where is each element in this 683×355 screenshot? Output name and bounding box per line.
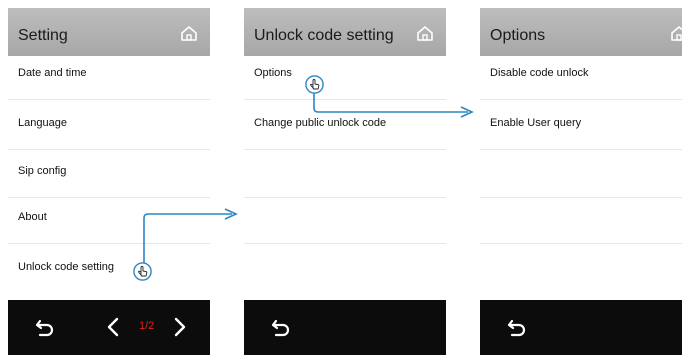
chevron-left-icon[interactable] [106, 316, 120, 338]
home-icon[interactable] [416, 24, 434, 42]
menu-item-label: Date and time [18, 67, 87, 79]
menu-item-disable-code-unlock[interactable]: Disable code unlock [480, 56, 682, 100]
divider [8, 149, 210, 150]
divider [244, 197, 446, 198]
back-arrow-icon[interactable] [270, 316, 292, 338]
empty-row [480, 200, 682, 244]
menu-item-label: Options [254, 67, 292, 79]
home-icon[interactable] [180, 24, 198, 42]
arrowhead-icon [224, 208, 238, 220]
back-arrow-icon[interactable] [506, 316, 528, 338]
divider [244, 99, 446, 100]
empty-row [244, 154, 446, 198]
hand-pointer-icon [305, 75, 324, 94]
menu-item-unlock-code-setting[interactable]: Unlock code setting [8, 250, 210, 294]
footer-bar [480, 300, 682, 355]
page-title: Setting [18, 27, 68, 44]
menu-item-about[interactable]: About [8, 200, 210, 244]
menu-item-label: Unlock code setting [18, 261, 114, 273]
divider [480, 243, 682, 244]
footer-bar [244, 300, 446, 355]
unlock-header: Unlock code setting [244, 8, 446, 56]
menu-item-sip-config[interactable]: Sip config [8, 154, 210, 198]
menu-item-change-public-unlock-code[interactable]: Change public unlock code [244, 106, 446, 150]
page-title: Options [490, 27, 546, 44]
menu-item-label: Enable User query [490, 117, 582, 129]
options-screen: Options Disable code unlock Enable User … [480, 8, 682, 355]
page-indicator: 1/2 [139, 320, 155, 332]
divider [244, 243, 446, 244]
divider [8, 243, 210, 244]
divider [8, 197, 210, 198]
menu-item-date-time[interactable]: Date and time [8, 56, 210, 100]
menu-item-label: Sip config [18, 165, 67, 177]
hand-pointer-icon [133, 262, 152, 281]
setting-screen: Setting Date and time Language Sip confi… [8, 8, 210, 355]
menu-item-language[interactable]: Language [8, 106, 210, 150]
menu-item-options[interactable]: Options [244, 56, 446, 100]
home-icon[interactable] [670, 24, 682, 42]
divider [480, 197, 682, 198]
back-arrow-icon[interactable] [34, 316, 56, 338]
menu-item-enable-user-query[interactable]: Enable User query [480, 106, 682, 150]
empty-row [480, 154, 682, 198]
footer-bar: 1/2 [8, 300, 210, 355]
page-title: Unlock code setting [254, 27, 394, 44]
divider [480, 149, 682, 150]
menu-item-label: Disable code unlock [490, 67, 589, 79]
menu-item-label: Change public unlock code [254, 117, 387, 129]
divider [480, 99, 682, 100]
setting-header: Setting [8, 8, 210, 56]
menu-item-label: About [18, 211, 47, 223]
options-header: Options [480, 8, 682, 56]
arrowhead-icon [460, 106, 474, 118]
empty-row [244, 200, 446, 244]
unlock-code-setting-screen: Unlock code setting Options Change publi… [244, 8, 446, 355]
divider [244, 149, 446, 150]
chevron-right-icon[interactable] [173, 316, 187, 338]
menu-item-label: Language [18, 117, 67, 129]
divider [8, 99, 210, 100]
